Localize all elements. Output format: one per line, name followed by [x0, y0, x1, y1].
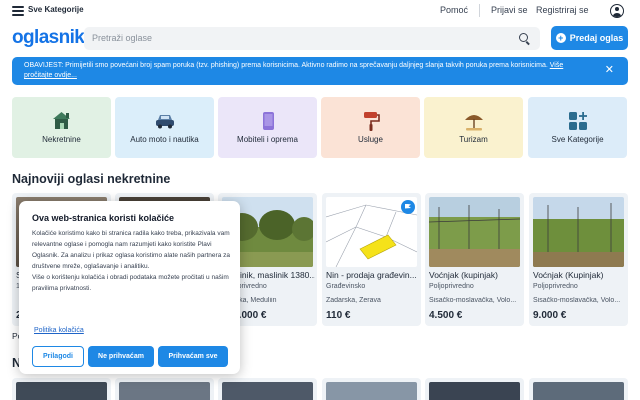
cookie-body: Kolačiće koristimo kako bi stranica radi… [32, 228, 230, 294]
close-icon[interactable]: ✕ [605, 65, 614, 76]
customize-button[interactable]: Prilagodi [32, 346, 84, 367]
listing-title: Nin - prodaja građevin... [326, 270, 417, 280]
grid-plus-icon [569, 112, 587, 130]
hamburger-menu-icon[interactable] [12, 6, 24, 16]
listing-location: Sisačko-moslavačka, Volo... [533, 297, 621, 304]
category-label: Nekretnine [42, 135, 81, 144]
listing-location: Zadarska, Zerava [326, 297, 381, 304]
site-logo[interactable]: oglasnik [12, 27, 85, 49]
plus-icon: + [555, 33, 566, 43]
listing-image [222, 382, 313, 400]
category-label: Usluge [358, 135, 383, 144]
house-icon [53, 112, 70, 129]
listing-location: Sisačko-moslavačka, Volo... [429, 297, 517, 304]
category-tile-auto-moto[interactable]: Auto moto i nautika [115, 97, 214, 158]
listing-card[interactable] [425, 378, 524, 400]
category-tile-mobiteli[interactable]: Mobiteli i oprema [218, 97, 317, 158]
accept-all-button[interactable]: Prihvaćam sve [158, 346, 228, 367]
notice-message: OBAVIJEST: Primijetili smo povećani broj… [24, 62, 550, 69]
listing-category: Građevinsko [326, 283, 366, 290]
listing-card[interactable] [218, 378, 317, 400]
register-link[interactable]: Registriraj se [536, 5, 589, 15]
search-icon[interactable] [519, 33, 528, 42]
listing-image [533, 197, 624, 267]
search-bar[interactable]: Pretraži oglase [84, 27, 540, 50]
top-bar: Sve Kategorije Pomoć Prijavi se Registri… [0, 0, 640, 22]
category-tile-usluge[interactable]: Usluge [321, 97, 420, 158]
notice-text: OBAVIJEST: Primijetili smo povećani broj… [24, 61, 584, 81]
listing-card[interactable] [12, 378, 111, 400]
user-account-icon[interactable] [610, 4, 624, 18]
flag-icon [401, 200, 415, 214]
category-label: Sve Kategorije [551, 135, 604, 144]
category-label: Mobiteli i oprema [237, 135, 298, 144]
listing-card[interactable] [529, 378, 628, 400]
car-icon [156, 115, 174, 129]
listing-card[interactable] [115, 378, 214, 400]
category-tile-nekretnine[interactable]: Nekretnine [12, 97, 111, 158]
listing-image [533, 382, 624, 400]
listing-price: 110 € [326, 310, 351, 321]
search-input[interactable]: Pretraži oglase [92, 33, 152, 43]
listing-title: Voćnjak (kupinjak) [429, 270, 498, 280]
login-link[interactable]: Prijavi se [491, 5, 528, 15]
listing-card[interactable]: Nin - prodaja građevin... Građevinsko Za… [322, 193, 421, 326]
notice-banner: OBAVIJEST: Primijetili smo povećani broj… [12, 57, 628, 85]
cookie-consent-dialog: Ova web-stranica koristi kolačiće Kolači… [19, 201, 240, 374]
beach-umbrella-icon [465, 115, 483, 131]
listing-price: 4.500 € [429, 310, 463, 321]
listing-image [119, 382, 210, 400]
reject-button[interactable]: Ne prihvaćam [88, 346, 154, 367]
post-ad-label: Predaj oglas [569, 33, 624, 43]
listing-card[interactable]: Voćnjak (kupinjak) Poljoprivredno Sisačk… [425, 193, 524, 326]
cookie-body-paragraph: Više o korištenju kolačića i obradi poda… [32, 274, 229, 292]
cookie-body-paragraph: Kolačiće koristimo kako bi stranica radi… [32, 230, 230, 270]
category-tile-sve-kategorije[interactable]: Sve Kategorije [528, 97, 627, 158]
section-title-real-estate: Najnoviji oglasi nekretnine [12, 172, 171, 186]
all-categories-link[interactable]: Sve Kategorije [28, 5, 84, 14]
listing-image [429, 382, 520, 400]
listing-card[interactable]: Voćnjak (Kupinjak) Poljoprivredno Sisačk… [529, 193, 628, 326]
listing-image [429, 197, 520, 267]
paint-roller-icon [364, 112, 380, 131]
phone-icon [263, 112, 274, 130]
post-ad-button[interactable]: + Predaj oglas [551, 26, 628, 50]
category-tile-turizam[interactable]: Turizam [424, 97, 523, 158]
category-label: Auto moto i nautika [130, 135, 199, 144]
listing-image [326, 382, 417, 400]
listing-title: Voćnjak (Kupinjak) [533, 270, 604, 280]
listing-card[interactable] [322, 378, 421, 400]
cookie-title: Ova web-stranica koristi kolačiće [32, 213, 175, 223]
listing-image [16, 382, 107, 400]
category-label: Turizam [459, 135, 488, 144]
listing-price: 9.000 € [533, 310, 567, 321]
help-link[interactable]: Pomoć [440, 5, 468, 15]
cookie-policy-link[interactable]: Politika kolačića [34, 327, 84, 334]
listing-category: Poljoprivredno [429, 283, 474, 290]
divider [479, 4, 480, 17]
listing-category: Poljoprivredno [533, 283, 578, 290]
category-tiles: Nekretnine Auto moto i nautika Mobiteli … [12, 97, 628, 158]
